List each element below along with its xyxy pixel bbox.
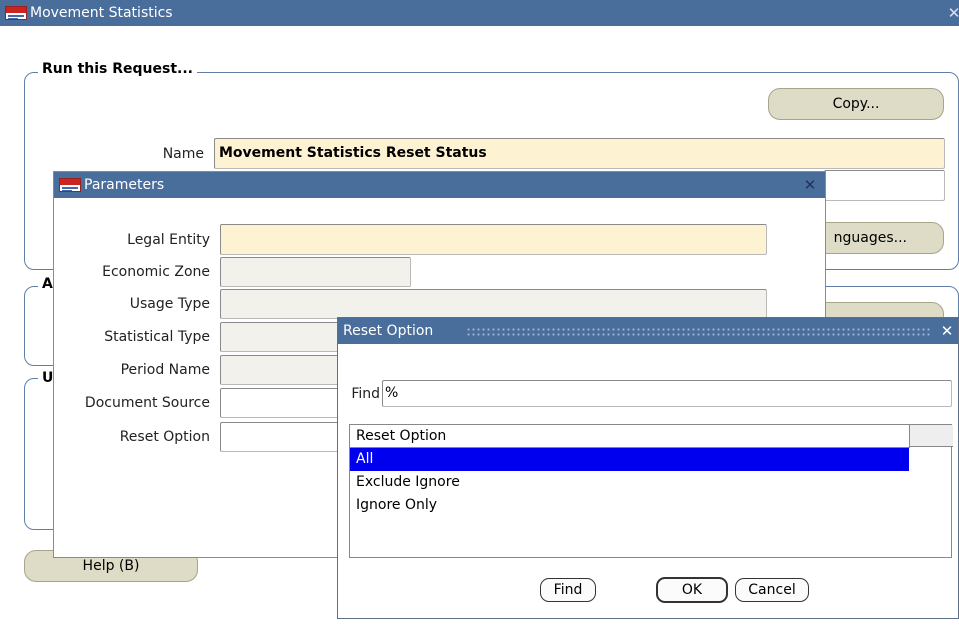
parameters-title: Parameters [84,177,165,193]
usage-type-field[interactable] [220,289,767,319]
statistical-type-field[interactable] [220,322,340,352]
oracle-logo-icon [59,178,81,192]
period-name-label: Period Name [120,362,210,378]
statistical-type-label: Statistical Type [104,329,210,345]
legal-entity-label: Legal Entity [127,232,210,248]
list-item[interactable]: Exclude Ignore [350,471,909,494]
close-icon[interactable]: ✕ [801,172,819,198]
lov-find-input[interactable]: % [382,380,952,407]
oracle-logo-icon [5,6,27,20]
name-label: Name [162,146,204,162]
reset-option-field[interactable] [220,422,340,452]
reset-option-lov-window: Reset Option ✕ Find % Reset Option All E… [337,317,959,619]
reset-option-label: Reset Option [119,429,210,445]
titlebar-grip [466,327,930,336]
close-icon[interactable]: ✕ [938,318,956,344]
list-item[interactable]: Ignore Only [350,494,909,517]
find-button[interactable]: Find [540,578,596,602]
list-item[interactable]: All [350,448,909,471]
cancel-button[interactable]: Cancel [735,578,809,602]
usage-type-label: Usage Type [129,296,210,312]
run-request-legend: Run this Request... [38,61,197,77]
lov-title: Reset Option [343,323,434,339]
lov-column-header[interactable]: Reset Option [350,425,910,448]
name-field[interactable]: Movement Statistics Reset Status [214,138,945,169]
document-source-label: Document Source [84,395,210,411]
ok-button[interactable]: OK [656,577,728,603]
economic-zone-field[interactable] [220,257,411,287]
main-titlebar[interactable]: Movement Statistics ✕ [0,0,959,26]
main-window-title: Movement Statistics [30,5,173,21]
legal-entity-field[interactable] [220,224,767,255]
secondary-field[interactable] [824,170,945,201]
lov-results-list[interactable]: Reset Option All Exclude Ignore Ignore O… [349,424,953,558]
document-source-field[interactable] [220,388,340,418]
lov-find-label: Find [351,386,380,402]
parameters-titlebar[interactable]: Parameters ✕ [54,172,825,198]
copy-button[interactable]: Copy... [768,88,944,120]
lov-titlebar[interactable]: Reset Option ✕ [338,318,958,344]
close-icon[interactable]: ✕ [945,0,959,26]
lov-header-filler [910,425,953,447]
period-name-field[interactable] [220,355,340,385]
economic-zone-label: Economic Zone [102,264,210,280]
